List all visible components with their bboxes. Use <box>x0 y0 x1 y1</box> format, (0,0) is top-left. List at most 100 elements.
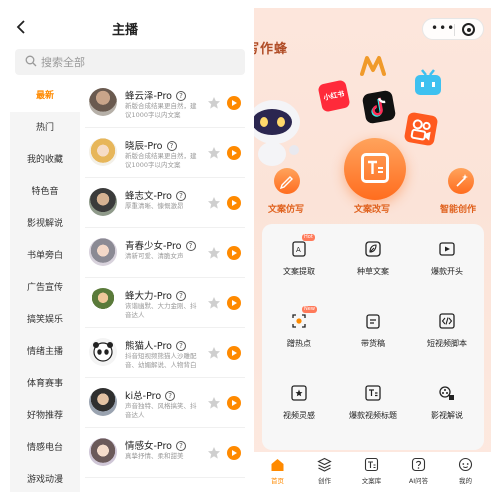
rewrite-doc-icon <box>361 153 389 183</box>
favorite-star-icon[interactable] <box>207 146 221 160</box>
help-icon[interactable]: ? <box>165 391 176 401</box>
clipboard-icon <box>366 314 380 329</box>
voice-row[interactable]: 青春少女-Pro? 清新可爱、清脆女声 <box>85 230 245 278</box>
film-icon <box>439 386 454 400</box>
tab-label: 文案库 <box>361 477 382 485</box>
search-input[interactable]: 搜索全部 <box>15 49 245 75</box>
bottom-tab-bar: 首页 创作 文案库 AI问答 我的 <box>254 452 491 492</box>
play-icon[interactable] <box>227 96 241 110</box>
voice-row[interactable]: 情感女-Pro? 真挚抒情、柔和甜美 <box>85 430 245 478</box>
tab-label: 创作 <box>318 477 331 485</box>
kuaishou-icon <box>403 111 439 147</box>
tool-seeding-copy[interactable]: 种草文案 <box>336 234 410 296</box>
voice-row[interactable]: 晓辰-Pro? 新版合成结果更自然，建议1000字以内文案 <box>85 130 245 178</box>
voice-row[interactable]: 熊猫人-Pro? 抖音短视频熊猫人沙雕配音、幼媚解说、人物背白 <box>85 330 245 378</box>
favorite-star-icon[interactable] <box>207 396 221 410</box>
help-icon[interactable]: ? <box>166 141 177 151</box>
category-item[interactable]: 广告宣传 <box>10 272 80 304</box>
category-item[interactable]: 情感电台 <box>10 432 80 464</box>
voice-desc: 清新可爱、清脆女声 <box>125 252 184 260</box>
tool-label: 影视解说 <box>431 411 463 420</box>
rewrite-button[interactable] <box>344 138 406 200</box>
category-item[interactable]: 特色音 <box>10 176 80 208</box>
close-target-icon[interactable] <box>462 23 475 36</box>
voice-name: 蜂大力-Pro <box>125 291 172 302</box>
tool-label: 蹭热点 <box>287 339 311 348</box>
voice-name: 晓辰-Pro <box>125 141 163 152</box>
help-icon[interactable]: ? <box>176 441 186 451</box>
tool-copy-extract[interactable]: A Hot 文案提取 <box>262 234 336 296</box>
play-icon[interactable] <box>227 196 241 210</box>
play-icon[interactable] <box>227 396 241 410</box>
favorite-star-icon[interactable] <box>207 96 221 110</box>
help-icon[interactable]: ? <box>176 91 186 101</box>
avatar <box>89 288 117 316</box>
video-icon <box>439 242 455 256</box>
avatar <box>89 338 117 366</box>
leaf-icon <box>365 241 381 257</box>
tab-create[interactable]: 创作 <box>301 455 348 491</box>
tab-home[interactable]: 首页 <box>254 455 301 491</box>
category-item[interactable]: 游戏动漫 <box>10 464 80 492</box>
tool-label: 视频灵感 <box>283 411 315 420</box>
category-item[interactable]: 情绪主播 <box>10 336 80 368</box>
bilibili-tv-icon <box>415 69 441 95</box>
help-icon[interactable]: ? <box>185 241 196 251</box>
help-icon[interactable]: ? <box>176 341 186 351</box>
tab-library[interactable]: 文案库 <box>348 455 395 491</box>
voice-name: 青春少女-Pro <box>125 241 182 252</box>
avatar <box>89 438 117 466</box>
tool-label: 爆款开头 <box>431 267 463 276</box>
category-item[interactable]: 影视解说 <box>10 208 80 240</box>
help-icon[interactable]: ? <box>176 191 186 201</box>
category-item[interactable]: 热门 <box>10 112 80 144</box>
tool-viral-title[interactable]: 爆款视频标题 <box>336 378 410 440</box>
play-icon[interactable] <box>227 246 241 260</box>
svg-text:A: A <box>296 246 301 254</box>
favorite-star-icon[interactable] <box>207 246 221 260</box>
category-item[interactable]: 我的收藏 <box>10 144 80 176</box>
voice-row[interactable]: 蜂云泽-Pro? 新版合成结果更自然，建议1000字以内文案 <box>85 80 245 128</box>
play-icon[interactable] <box>227 146 241 160</box>
play-icon[interactable] <box>227 346 241 360</box>
favorite-star-icon[interactable] <box>207 296 221 310</box>
tool-film-commentary[interactable]: 影视解说 <box>410 378 484 440</box>
tool-hit-opening[interactable]: 爆款开头 <box>410 234 484 296</box>
voice-row[interactable]: ki总-Pro? 声音独特、风格搞笑、抖音达人 <box>85 380 245 428</box>
avatar <box>89 388 117 416</box>
voice-desc: 诙谐幽默、大力金刚、抖音达人 <box>125 302 197 319</box>
voice-picker-panel: 主播 搜索全部 最新 热门 我的收藏 特色音 影视解说 书单旁白 广告宣传 搞笑… <box>5 8 245 492</box>
category-item[interactable]: 书单旁白 <box>10 240 80 272</box>
favorite-star-icon[interactable] <box>207 446 221 460</box>
imitate-write-button[interactable] <box>274 168 300 194</box>
tool-sales-script[interactable]: 带货稿 <box>336 306 410 368</box>
miniapp-capsule[interactable]: ••• <box>422 18 484 40</box>
help-icon[interactable]: ? <box>176 291 186 301</box>
tool-trending[interactable]: New 蹭热点 <box>262 306 336 368</box>
tool-video-inspiration[interactable]: 视频灵感 <box>262 378 336 440</box>
voice-name: 熊猫人-Pro <box>125 341 172 352</box>
voice-desc: 厚重清晰、慷慨激昂 <box>125 202 184 210</box>
category-item[interactable]: 搞笑娱乐 <box>10 304 80 336</box>
favorite-star-icon[interactable] <box>207 346 221 360</box>
screenshot-root: 主播 搜索全部 最新 热门 我的收藏 特色音 影视解说 书单旁白 广告宣传 搞笑… <box>0 0 500 500</box>
smart-create-button[interactable] <box>448 168 474 194</box>
voice-name: ki总-Pro <box>125 391 162 402</box>
favorite-star-icon[interactable] <box>207 196 221 210</box>
category-item[interactable]: 好物推荐 <box>10 400 80 432</box>
search-placeholder: 搜索全部 <box>41 56 85 69</box>
voice-row[interactable]: 蜂大力-Pro? 诙谐幽默、大力金刚、抖音达人 <box>85 280 245 328</box>
more-dots-icon[interactable]: ••• <box>431 21 455 35</box>
tab-ai-qa[interactable]: AI问答 <box>395 455 442 491</box>
category-sidebar: 最新 热门 我的收藏 特色音 影视解说 书单旁白 广告宣传 搞笑娱乐 情绪主播 … <box>10 80 80 492</box>
category-item[interactable]: 体育赛事 <box>10 368 80 400</box>
category-item[interactable]: 最新 <box>10 80 80 112</box>
home-icon <box>271 459 284 471</box>
play-icon[interactable] <box>227 446 241 460</box>
voice-row[interactable]: 蜂志文-Pro? 厚重清晰、慷慨激昂 <box>85 180 245 228</box>
play-icon[interactable] <box>227 296 241 310</box>
tool-short-video-script[interactable]: 短视频脚本 <box>410 306 484 368</box>
voice-desc: 新版合成结果更自然，建议1000字以内文案 <box>125 102 197 119</box>
tab-profile[interactable]: 我的 <box>442 455 489 491</box>
question-icon <box>411 457 426 472</box>
